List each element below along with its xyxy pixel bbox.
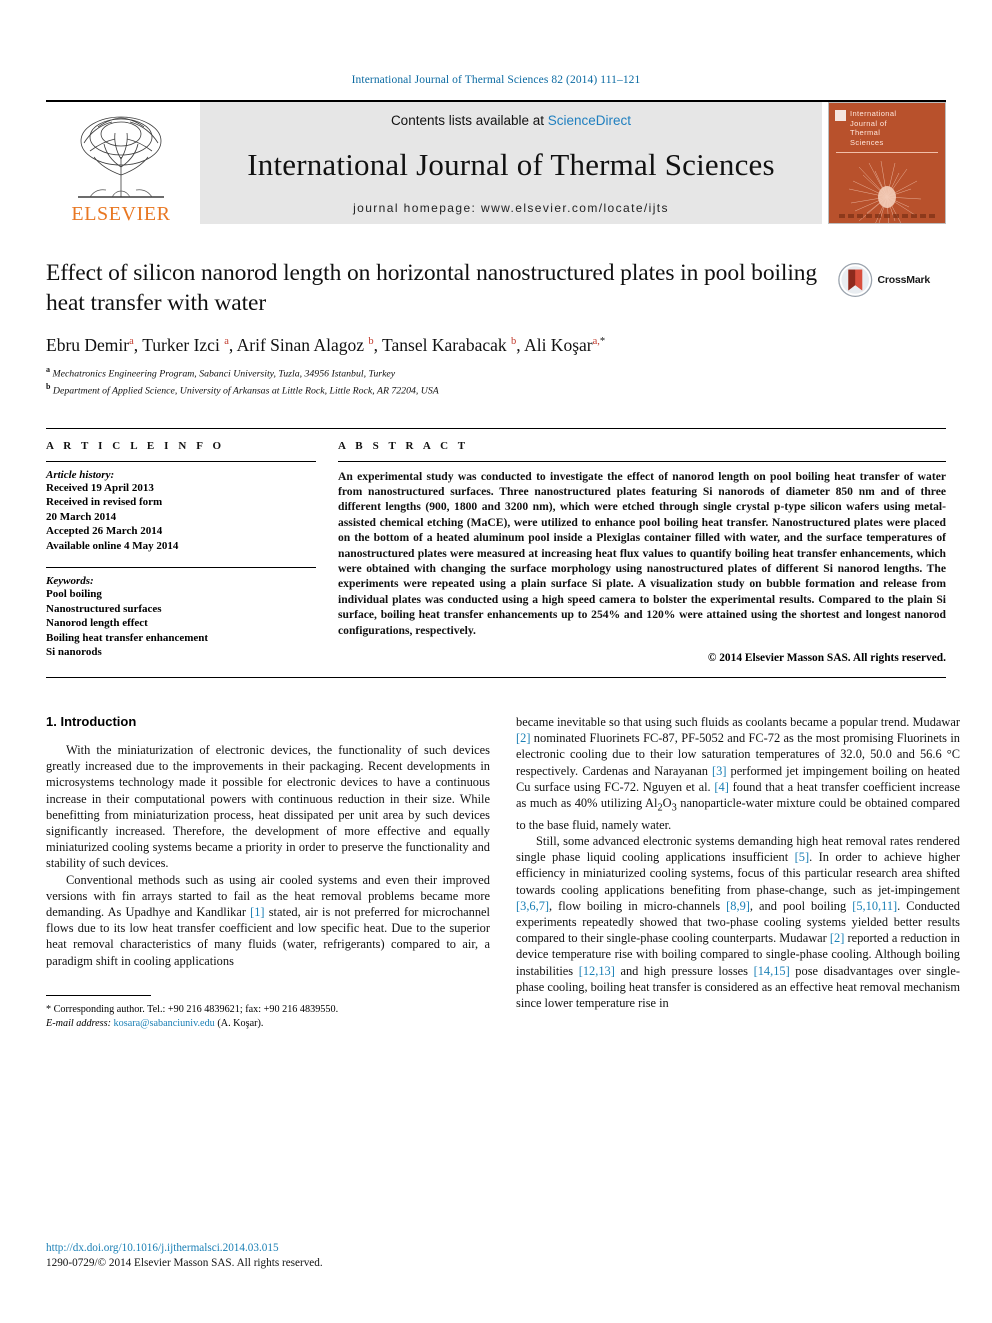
journal-homepage[interactable]: journal homepage: www.elsevier.com/locat…: [353, 201, 669, 215]
sciencedirect-link[interactable]: ScienceDirect: [548, 113, 631, 128]
info-abstract-section: A R T I C L E I N F O Article history: R…: [46, 427, 946, 664]
cover-title-line-2: Journal of: [850, 118, 887, 128]
cover-title-line-1: International: [850, 109, 897, 118]
history-line-4: Accepted 26 March 2014: [46, 525, 163, 538]
body-column-right: became inevitable so that using such flu…: [516, 714, 960, 1031]
cover-mark-icon: [835, 110, 846, 121]
cover-header: International Journal of Thermal Science…: [829, 103, 945, 147]
contents-list-line: Contents lists available at ScienceDirec…: [391, 113, 631, 128]
body-columns: 1. Introduction With the miniaturization…: [46, 714, 960, 1031]
article-info-rule: [46, 460, 316, 462]
elsevier-logo: ELSEVIER: [46, 102, 196, 224]
history-line-2: Received in revised form: [46, 496, 163, 509]
crossmark-badge[interactable]: CrossMark: [838, 258, 930, 302]
corresponding-author-note: * Corresponding author. Tel.: +90 216 48…: [46, 1003, 339, 1015]
cover-title-line-4: Sciences: [850, 137, 884, 147]
affiliation-b: b Department of Applied Science, Univers…: [46, 382, 439, 397]
history-line-5: Available online 4 May 2014: [46, 539, 179, 552]
doi-link[interactable]: http://dx.doi.org/10.1016/j.ijthermalsci…: [46, 1241, 490, 1256]
author-list: Ebru Demira, Turker Izci a, Arif Sinan A…: [46, 335, 606, 355]
section-heading-introduction: 1. Introduction: [46, 714, 137, 729]
keyword-4: Boiling heat transfer enhancement: [46, 631, 209, 644]
journal-title: International Journal of Thermal Science…: [247, 146, 775, 182]
body-column-left: 1. Introduction With the miniaturization…: [46, 714, 490, 1031]
abstract-heading: A B S T R A C T: [338, 439, 469, 452]
abstract-column: A B S T R A C T An experimental study wa…: [338, 440, 946, 664]
abstract-text: An experimental study was conducted to i…: [338, 469, 946, 637]
journal-cover-thumbnail: International Journal of Thermal Science…: [828, 102, 946, 224]
paragraph: Conventional methods such as using air c…: [46, 872, 490, 968]
cover-footer-bar: [839, 214, 935, 218]
title-block: Effect of silicon nanorod length on hori…: [46, 258, 946, 398]
keywords-label: Keywords:: [46, 575, 94, 588]
keywords-list: Pool boiling Nanostructured surfaces Nan…: [46, 587, 316, 660]
issn-copyright-line: 1290-0729/© 2014 Elsevier Masson SAS. Al…: [46, 1257, 323, 1269]
intro-left-text: With the miniaturization of electronic d…: [46, 742, 490, 969]
paragraph: Still, some advanced electronic systems …: [516, 833, 960, 1010]
page-title: Effect of silicon nanorod length on hori…: [46, 260, 818, 316]
article-info-heading: A R T I C L E I N F O: [46, 439, 225, 452]
intro-right-text: became inevitable so that using such flu…: [516, 714, 960, 1011]
article-info-column: A R T I C L E I N F O Article history: R…: [46, 440, 338, 664]
contents-prefix: Contents lists available at: [390, 113, 548, 128]
elsevier-wordmark: ELSEVIER: [71, 203, 171, 225]
paragraph: With the miniaturization of electronic d…: [46, 743, 490, 871]
cover-divider: [836, 152, 938, 153]
footnote-rule: [46, 994, 151, 996]
affiliation-a: a Mechatronics Engineering Program, Saba…: [46, 365, 396, 380]
abstract-copyright: © 2014 Elsevier Masson SAS. All rights r…: [707, 652, 946, 664]
section-bottom-rule: [46, 677, 946, 678]
paper-page: International Journal of Thermal Science…: [0, 0, 992, 1323]
elsevier-tree-icon: [78, 116, 164, 198]
footnote-block: * Corresponding author. Tel.: +90 216 48…: [46, 994, 490, 1031]
page-footer: http://dx.doi.org/10.1016/j.ijthermalsci…: [46, 1241, 490, 1271]
article-history-lines: Received 19 April 2013 Received in revis…: [46, 481, 316, 554]
email-note: E-mail address: kosara@sabanciuniv.edu (…: [46, 1017, 264, 1029]
running-head: International Journal of Thermal Science…: [351, 74, 641, 86]
paragraph: became inevitable so that using such flu…: [516, 715, 960, 832]
keyword-5: Si nanorods: [46, 646, 102, 659]
crossmark-label: CrossMark: [877, 274, 931, 286]
history-line-3: 20 March 2014: [46, 510, 117, 523]
cover-title-line-3: Thermal: [850, 128, 881, 137]
masthead-center: Contents lists available at ScienceDirec…: [200, 102, 822, 224]
keywords-rule: [46, 567, 316, 569]
affiliations: a Mechatronics Engineering Program, Saba…: [46, 363, 946, 398]
abstract-rule: [338, 460, 946, 462]
article-history-label: Article history:: [46, 468, 115, 481]
cover-title-lines: International Journal of Thermal Science…: [850, 109, 896, 147]
keyword-1: Pool boiling: [46, 588, 102, 601]
journal-masthead: ELSEVIER Contents lists available at Sci…: [46, 100, 946, 224]
keyword-3: Nanorod length effect: [46, 617, 148, 630]
crossmark-icon: [838, 262, 873, 298]
keyword-2: Nanostructured surfaces: [46, 602, 162, 615]
history-line-1: Received 19 April 2013: [46, 481, 154, 494]
